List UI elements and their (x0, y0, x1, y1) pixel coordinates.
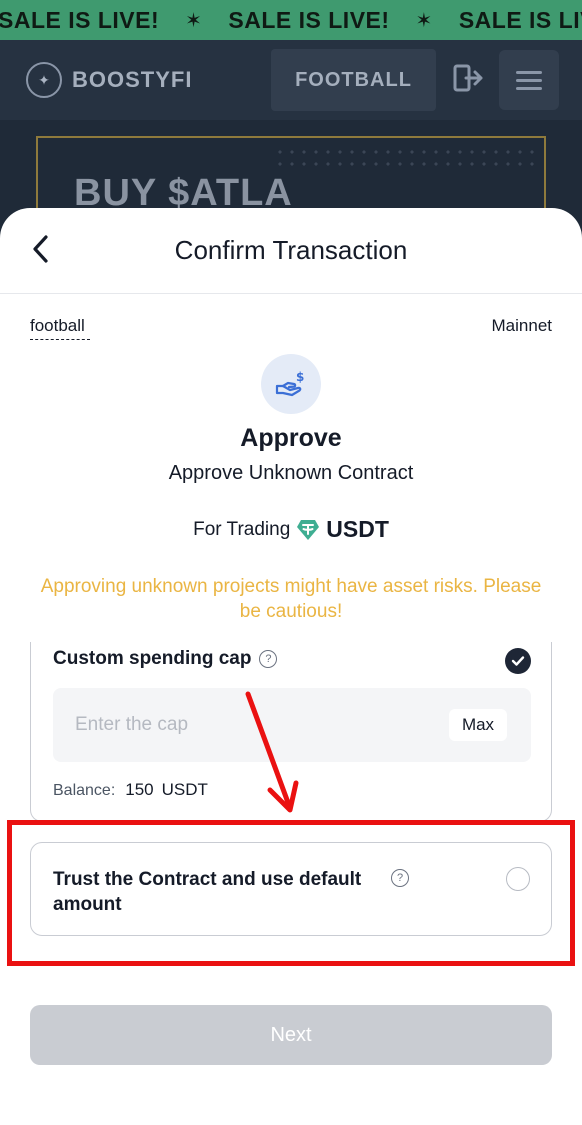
ticker-text: SALE IS LIVE! (0, 6, 160, 33)
max-button[interactable]: Max (449, 709, 507, 741)
action-subtitle: Approve Unknown Contract (168, 462, 414, 484)
brand-name: BOOSTYFI (72, 67, 193, 92)
page-title: Confirm Transaction (174, 235, 408, 265)
hamburger-menu-icon[interactable] (499, 50, 559, 110)
checkmark-icon[interactable] (505, 648, 531, 674)
source-underline (30, 339, 90, 340)
hand-coin-icon: $ (261, 354, 321, 414)
sale-ticker: SALE IS LIVE! ✶ SALE IS LIVE! ✶ SALE IS … (0, 0, 582, 40)
trading-token-row: For Trading USDT (0, 516, 582, 543)
balance-unit: USDT (161, 780, 208, 799)
highlight-box (7, 820, 575, 966)
help-icon[interactable]: ? (259, 650, 278, 668)
svg-text:$: $ (296, 370, 304, 384)
banner-decoration (274, 146, 534, 168)
cap-title: Custom spending cap (53, 648, 252, 669)
logout-icon[interactable] (452, 62, 484, 94)
confirm-transaction-sheet: Confirm Transaction football Mainnet $ A… (0, 208, 582, 1125)
cap-title-row: Custom spending cap ? (53, 648, 278, 670)
network-selector-button[interactable]: FOOTBALL (271, 49, 436, 111)
site-header: ✦ BOOSTYFI FOOTBALL (0, 40, 582, 120)
dapp-source-link[interactable]: football (30, 316, 85, 336)
sheet-header: Confirm Transaction (0, 208, 582, 294)
next-button[interactable]: Next (30, 1005, 552, 1065)
ticker-item: SALE IS LIVE! ✶ (0, 7, 202, 34)
star-logo-icon: ✦ (26, 62, 62, 98)
star-icon: ✶ (415, 9, 433, 32)
trading-label: For Trading (193, 518, 291, 540)
ticker-text: SALE IS LIVE! (458, 6, 582, 33)
action-title: Approve (240, 424, 342, 452)
usdt-token-icon (296, 519, 320, 541)
balance-label: Balance: (53, 782, 116, 799)
ticker-item: SALE IS LIVE! (433, 7, 582, 34)
network-label: Mainnet (491, 316, 552, 335)
balance-row: Balance: 150 USDT (53, 780, 208, 800)
ticker-text: SALE IS LIVE! (228, 6, 390, 33)
balance-value: 150 (125, 780, 154, 799)
risk-warning: Approving unknown projects might have as… (40, 576, 542, 622)
brand-logo[interactable]: ✦ BOOSTYFI (26, 62, 192, 98)
red-arrow-icon (240, 690, 310, 820)
star-icon: ✶ (185, 9, 203, 32)
ticker-item: SALE IS LIVE! ✶ (202, 7, 432, 34)
token-symbol: USDT (326, 516, 389, 542)
